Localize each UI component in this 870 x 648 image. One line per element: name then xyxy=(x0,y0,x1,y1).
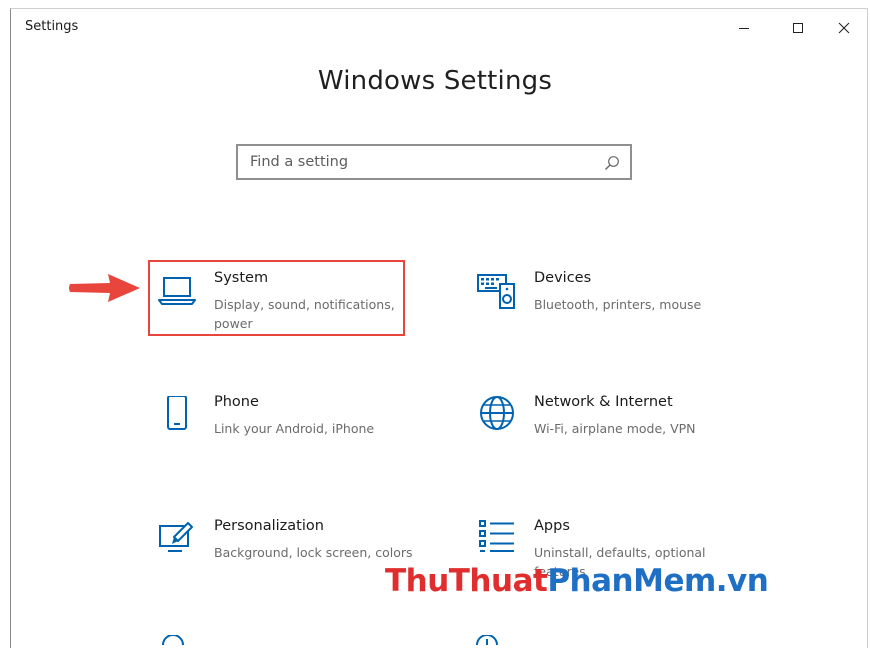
maximize-button[interactable] xyxy=(775,9,821,47)
keyboard-speaker-icon xyxy=(477,274,515,309)
maximize-icon xyxy=(793,23,803,33)
highlight-box xyxy=(148,260,405,336)
apps-list-icon xyxy=(479,520,514,552)
tile-devices[interactable]: Devices Bluetooth, printers, mouse xyxy=(470,270,740,350)
tile-title: Phone xyxy=(214,394,259,410)
close-icon xyxy=(838,22,850,34)
watermark-part1: ThuThuat xyxy=(385,563,548,599)
partial-row-icon xyxy=(162,635,184,645)
close-button[interactable] xyxy=(821,9,867,47)
paintbrush-icon xyxy=(159,522,193,552)
tile-description: Bluetooth, printers, mouse xyxy=(534,297,702,312)
phone-icon xyxy=(167,396,187,430)
page-title: Windows Settings xyxy=(317,66,553,96)
tile-phone[interactable]: Phone Link your Android, iPhone xyxy=(150,394,420,474)
watermark-part2: PhanMem xyxy=(547,563,716,599)
globe-icon xyxy=(480,396,514,430)
watermark: ThuThuatPhanMem.vn xyxy=(385,563,769,599)
tile-description: Background, lock screen, colors xyxy=(214,545,413,560)
title-bar: Settings xyxy=(11,9,867,47)
tile-title: Devices xyxy=(534,270,592,286)
watermark-part3: .vn xyxy=(715,563,769,599)
tile-description: Wi-Fi, airplane mode, VPN xyxy=(534,421,696,436)
window-title: Settings xyxy=(25,19,79,34)
tile-description: Link your Android, iPhone xyxy=(214,421,375,436)
pointer-arrow-icon xyxy=(69,274,140,302)
tile-title: Personalization xyxy=(214,518,324,534)
minimize-icon xyxy=(739,28,749,29)
search-input[interactable] xyxy=(238,146,630,178)
search-icon[interactable] xyxy=(604,155,620,171)
tile-title: Apps xyxy=(534,518,570,534)
tile-personalization[interactable]: Personalization Background, lock screen,… xyxy=(150,518,420,598)
minimize-button[interactable] xyxy=(721,9,767,47)
search-box[interactable] xyxy=(236,144,632,180)
tile-title: Network & Internet xyxy=(534,394,673,410)
partial-row-icon xyxy=(476,635,498,645)
tile-network[interactable]: Network & Internet Wi-Fi, airplane mode,… xyxy=(470,394,740,474)
